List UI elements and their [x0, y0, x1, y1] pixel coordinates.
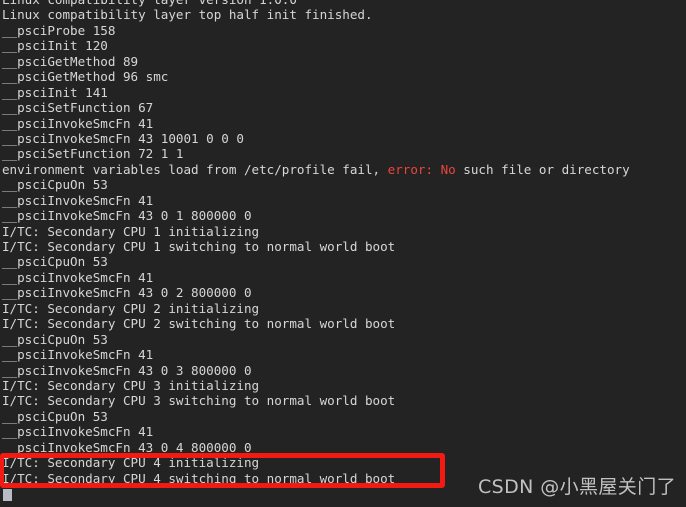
- console-line: __psciInit 120: [2, 38, 108, 54]
- log-text: such file or directory: [455, 161, 630, 177]
- console-line: __psciInvokeSmcFn 43 0 2 800000 0: [2, 285, 252, 301]
- console-line: __psciInit 141: [2, 84, 108, 100]
- console-line: __psciCpuOn 53: [2, 177, 108, 193]
- console-line: __psciSetFunction 72 1 1: [2, 146, 184, 162]
- console-line: __psciInvokeSmcFn 41: [2, 192, 154, 208]
- terminal-cursor: [3, 489, 12, 501]
- console-line: Linux compatibility layer top half init …: [2, 7, 373, 23]
- console-line: __psciProbe 158: [2, 22, 116, 38]
- console-line: environment variables load from /etc/pro…: [2, 162, 686, 177]
- console-line: I/TC: Secondary CPU 3 initializing: [2, 377, 260, 393]
- error-text: No: [440, 161, 456, 177]
- console-line: __psciCpuOn 53: [2, 408, 108, 424]
- console-line: I/TC: Secondary CPU 4 initializing: [2, 455, 260, 471]
- error-text: error:: [387, 161, 434, 177]
- csdn-watermark: CSDN @小黑屋关门了: [478, 476, 677, 498]
- console-line: __psciCpuOn 53: [2, 254, 108, 270]
- console-line: __psciInvokeSmcFn 43 10001 0 0 0: [2, 130, 244, 146]
- console-output: Linux compatibility layer version 1.0.0L…: [0, 0, 686, 486]
- console-line: __psciInvokeSmcFn 41: [2, 269, 154, 285]
- console-line: I/TC: Secondary CPU 2 switching to norma…: [2, 316, 396, 332]
- console-line: __psciSetFunction 67: [2, 100, 154, 116]
- console-line: Linux compatibility layer version 1.0.0: [2, 0, 686, 7]
- console-line: __psciInvokeSmcFn 41: [2, 424, 154, 440]
- console-line: I/TC: Secondary CPU 3 switching to norma…: [2, 393, 396, 409]
- console-line: I/TC: Secondary CPU 1 initializing: [2, 223, 260, 239]
- console-line: __psciInvokeSmcFn 43 0 4 800000 0: [2, 439, 252, 455]
- log-text: environment variables load from /etc/pro…: [2, 161, 388, 177]
- console-line: __psciCpuOn 53: [2, 331, 108, 347]
- console-line: I/TC: Secondary CPU 1 switching to norma…: [2, 239, 396, 254]
- console-line: __psciInvokeSmcFn 41: [2, 115, 154, 131]
- console-line: __psciInvokeSmcFn 43 0 1 800000 0: [2, 208, 252, 224]
- console-line: I/TC: Secondary CPU 2 initializing: [2, 300, 260, 316]
- terminal-window[interactable]: Linux compatibility layer version 1.0.0L…: [0, 0, 686, 507]
- console-line: __psciInvokeSmcFn 41: [2, 347, 154, 363]
- console-line: __psciGetMethod 89: [2, 53, 139, 69]
- console-line: __psciInvokeSmcFn 43 0 3 800000 0: [2, 362, 252, 378]
- console-line: __psciGetMethod 96 smc: [2, 69, 169, 85]
